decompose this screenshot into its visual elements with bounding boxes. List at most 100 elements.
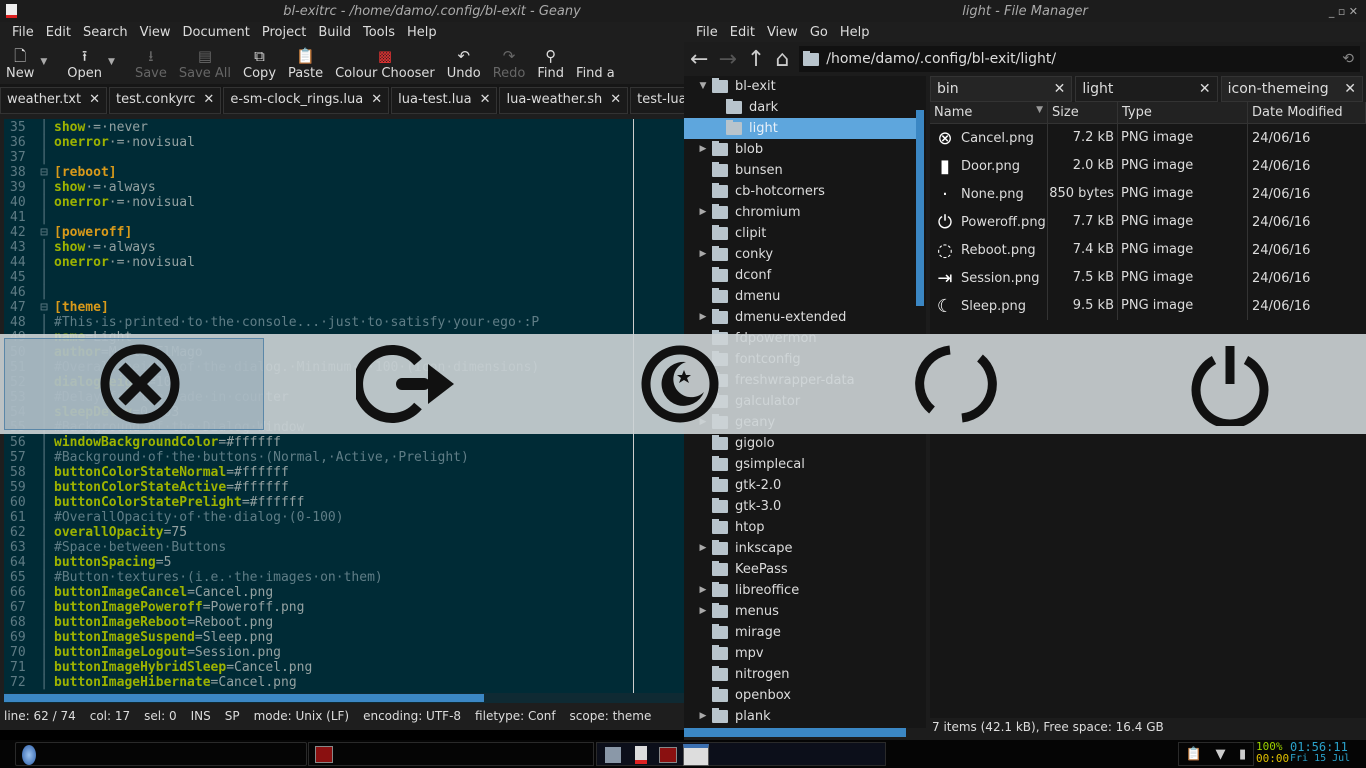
file-row[interactable]: · None.png 850 bytes PNG image 24/06/16 [930, 180, 1366, 208]
menu-tools[interactable]: Tools [357, 25, 401, 40]
expander-arrow-icon[interactable]: ▶ [696, 202, 710, 223]
menu-file[interactable]: File [6, 25, 40, 40]
task-geany-icon[interactable] [635, 746, 647, 764]
forward-arrow-icon[interactable]: → [718, 47, 736, 72]
editor-tab[interactable]: weather.txt ✕ [0, 87, 108, 114]
expander-arrow-icon[interactable]: ▶ [696, 601, 710, 622]
path-input[interactable]: /home/damo/.config/bl-exit/light/ ⟲ [799, 46, 1360, 72]
file-row[interactable]: ☾ Sleep.png 9.5 kB PNG image 24/06/16 [930, 292, 1366, 320]
tree-item-clipit[interactable]: clipit [684, 223, 916, 244]
wifi-icon[interactable]: ▼ [1216, 747, 1226, 762]
tree-item-inkscape[interactable]: ▶ inkscape [684, 538, 916, 559]
fm-titlebar[interactable]: light - File Manager _ ▫ ✕ [684, 0, 1366, 22]
menu-document[interactable]: Document [176, 25, 255, 40]
battery-icon[interactable]: ▮ [1239, 747, 1246, 762]
reload-icon[interactable]: ⟲ [1342, 51, 1354, 67]
task-file-manager-icon[interactable] [605, 747, 621, 763]
fm-tab-light[interactable]: light ✕ [1075, 76, 1218, 102]
tree-item-gigolo[interactable]: gigolo [684, 433, 916, 454]
tree-item-htop[interactable]: htop [684, 517, 916, 538]
toolbar-paste-button[interactable]: 📋 Paste [282, 46, 329, 81]
file-row[interactable]: ⊗ Cancel.png 7.2 kB PNG image 24/06/16 [930, 124, 1366, 152]
fm-tab-icon-themeing[interactable]: icon-themeing ✕ [1220, 76, 1363, 102]
tree-item-blob[interactable]: ▶ blob [684, 139, 916, 160]
toolbar-find-button[interactable]: ⚲ Find [531, 46, 570, 81]
clipboard-icon[interactable]: 📋 [1186, 747, 1202, 762]
home-icon[interactable]: ⌂ [775, 47, 789, 72]
column-header-date-modified[interactable]: Date Modified [1248, 102, 1366, 123]
toolbar-undo-button[interactable]: ↶ Undo [441, 46, 487, 81]
menu-view[interactable]: View [134, 25, 177, 40]
expander-arrow-icon[interactable]: ▶ [696, 580, 710, 601]
tree-item-plank[interactable]: ▶ plank [684, 706, 916, 727]
menu-view[interactable]: View [761, 25, 804, 40]
window-controls[interactable]: _ ▫ ✕ [1329, 5, 1358, 18]
column-header-type[interactable]: Type [1118, 102, 1248, 123]
file-row[interactable]: ⏻ Poweroff.png 7.7 kB PNG image 24/06/16 [930, 208, 1366, 236]
tree-item-dconf[interactable]: dconf [684, 265, 916, 286]
menu-help[interactable]: Help [401, 25, 443, 40]
tree-item-bl-exit[interactable]: ▼ bl-exit [684, 76, 916, 97]
menu-launcher[interactable] [15, 742, 307, 766]
suspend-button[interactable] [638, 342, 722, 426]
toolbar-find-a-button[interactable]: Find a [570, 46, 621, 81]
expander-arrow-icon[interactable]: ▶ [696, 538, 710, 559]
tree-item-gtk-2.0[interactable]: gtk-2.0 [684, 475, 916, 496]
toolbar-save-all-button[interactable]: ▤ Save All [173, 46, 237, 81]
reboot-button[interactable] [914, 342, 998, 426]
toolbar-copy-button[interactable]: ⧉ Copy [237, 46, 282, 81]
close-icon[interactable]: ✕ [89, 92, 100, 107]
close-icon[interactable]: ✕ [203, 92, 214, 107]
expander-arrow-icon[interactable]: ▶ [696, 244, 710, 265]
close-icon[interactable]: ✕ [1054, 81, 1066, 97]
close-icon[interactable]: ✕ [1199, 81, 1211, 97]
tree-item-openbox[interactable]: openbox [684, 685, 916, 706]
file-row[interactable]: ⇥ Session.png 7.5 kB PNG image 24/06/16 [930, 264, 1366, 292]
file-row[interactable]: ◌ Reboot.png 7.4 kB PNG image 24/06/16 [930, 236, 1366, 264]
tree-item-gsimplecal[interactable]: gsimplecal [684, 454, 916, 475]
tree-item-dark[interactable]: dark [684, 97, 916, 118]
expander-arrow-icon[interactable]: ▶ [696, 307, 710, 328]
tree-item-gtk-3.0[interactable]: gtk-3.0 [684, 496, 916, 517]
toolbar-open-button[interactable]: ⭱ Open [61, 46, 108, 81]
file-row[interactable]: ▮ Door.png 2.0 kB PNG image 24/06/16 [930, 152, 1366, 180]
tree-item-chromium[interactable]: ▶ chromium [684, 202, 916, 223]
editor-tab[interactable]: lua-test.lua ✕ [391, 87, 498, 114]
column-header-size[interactable]: Size [1048, 102, 1118, 123]
expander-arrow-icon[interactable]: ▶ [696, 706, 710, 727]
menu-project[interactable]: Project [256, 25, 312, 40]
close-icon[interactable]: ✕ [1344, 81, 1356, 97]
tree-item-nitrogen[interactable]: nitrogen [684, 664, 916, 685]
expander-arrow-icon[interactable]: ▶ [696, 139, 710, 160]
tree-item-mirage[interactable]: mirage [684, 622, 916, 643]
expander-arrow-icon[interactable]: ▼ [696, 76, 710, 97]
dropdown-arrow-icon[interactable]: ▼ [40, 57, 47, 67]
tree-item-libreoffice[interactable]: ▶ libreoffice [684, 580, 916, 601]
logout-button[interactable] [356, 342, 460, 426]
tree-item-dmenu-extended[interactable]: ▶ dmenu-extended [684, 307, 916, 328]
tree-item-keepass[interactable]: KeePass [684, 559, 916, 580]
tree-item-bunsen[interactable]: bunsen [684, 160, 916, 181]
menu-help[interactable]: Help [834, 25, 876, 40]
menu-edit[interactable]: Edit [40, 25, 77, 40]
toolbar-new-button[interactable]: 🗋 New [0, 46, 40, 81]
poweroff-button[interactable] [1188, 342, 1272, 426]
menu-go[interactable]: Go [804, 25, 834, 40]
fm-tab-bin[interactable]: bin ✕ [930, 76, 1073, 102]
back-arrow-icon[interactable]: ← [690, 47, 708, 72]
editor-tab[interactable]: test.conkyrc ✕ [109, 87, 222, 114]
up-arrow-icon[interactable]: ↑ [747, 47, 765, 72]
column-header-name[interactable]: Name ▼ [930, 102, 1048, 123]
tree-item-cb-hotcorners[interactable]: cb-hotcorners [684, 181, 916, 202]
cancel-button[interactable] [92, 342, 188, 426]
tree-item-conky[interactable]: ▶ conky [684, 244, 916, 265]
menu-build[interactable]: Build [312, 25, 357, 40]
toolbar-colour-chooser-button[interactable]: ▩ Colour Chooser [329, 46, 441, 81]
clock[interactable]: 01:56:11 Fri 15 Jul [1290, 741, 1350, 765]
editor-tab[interactable]: lua-weather.sh ✕ [499, 87, 629, 114]
menu-search[interactable]: Search [77, 25, 134, 40]
task-window-icon[interactable] [683, 744, 709, 766]
close-icon[interactable]: ✕ [371, 92, 382, 107]
tree-item-light[interactable]: light [684, 118, 916, 139]
dropdown-arrow-icon[interactable]: ▼ [108, 57, 115, 67]
